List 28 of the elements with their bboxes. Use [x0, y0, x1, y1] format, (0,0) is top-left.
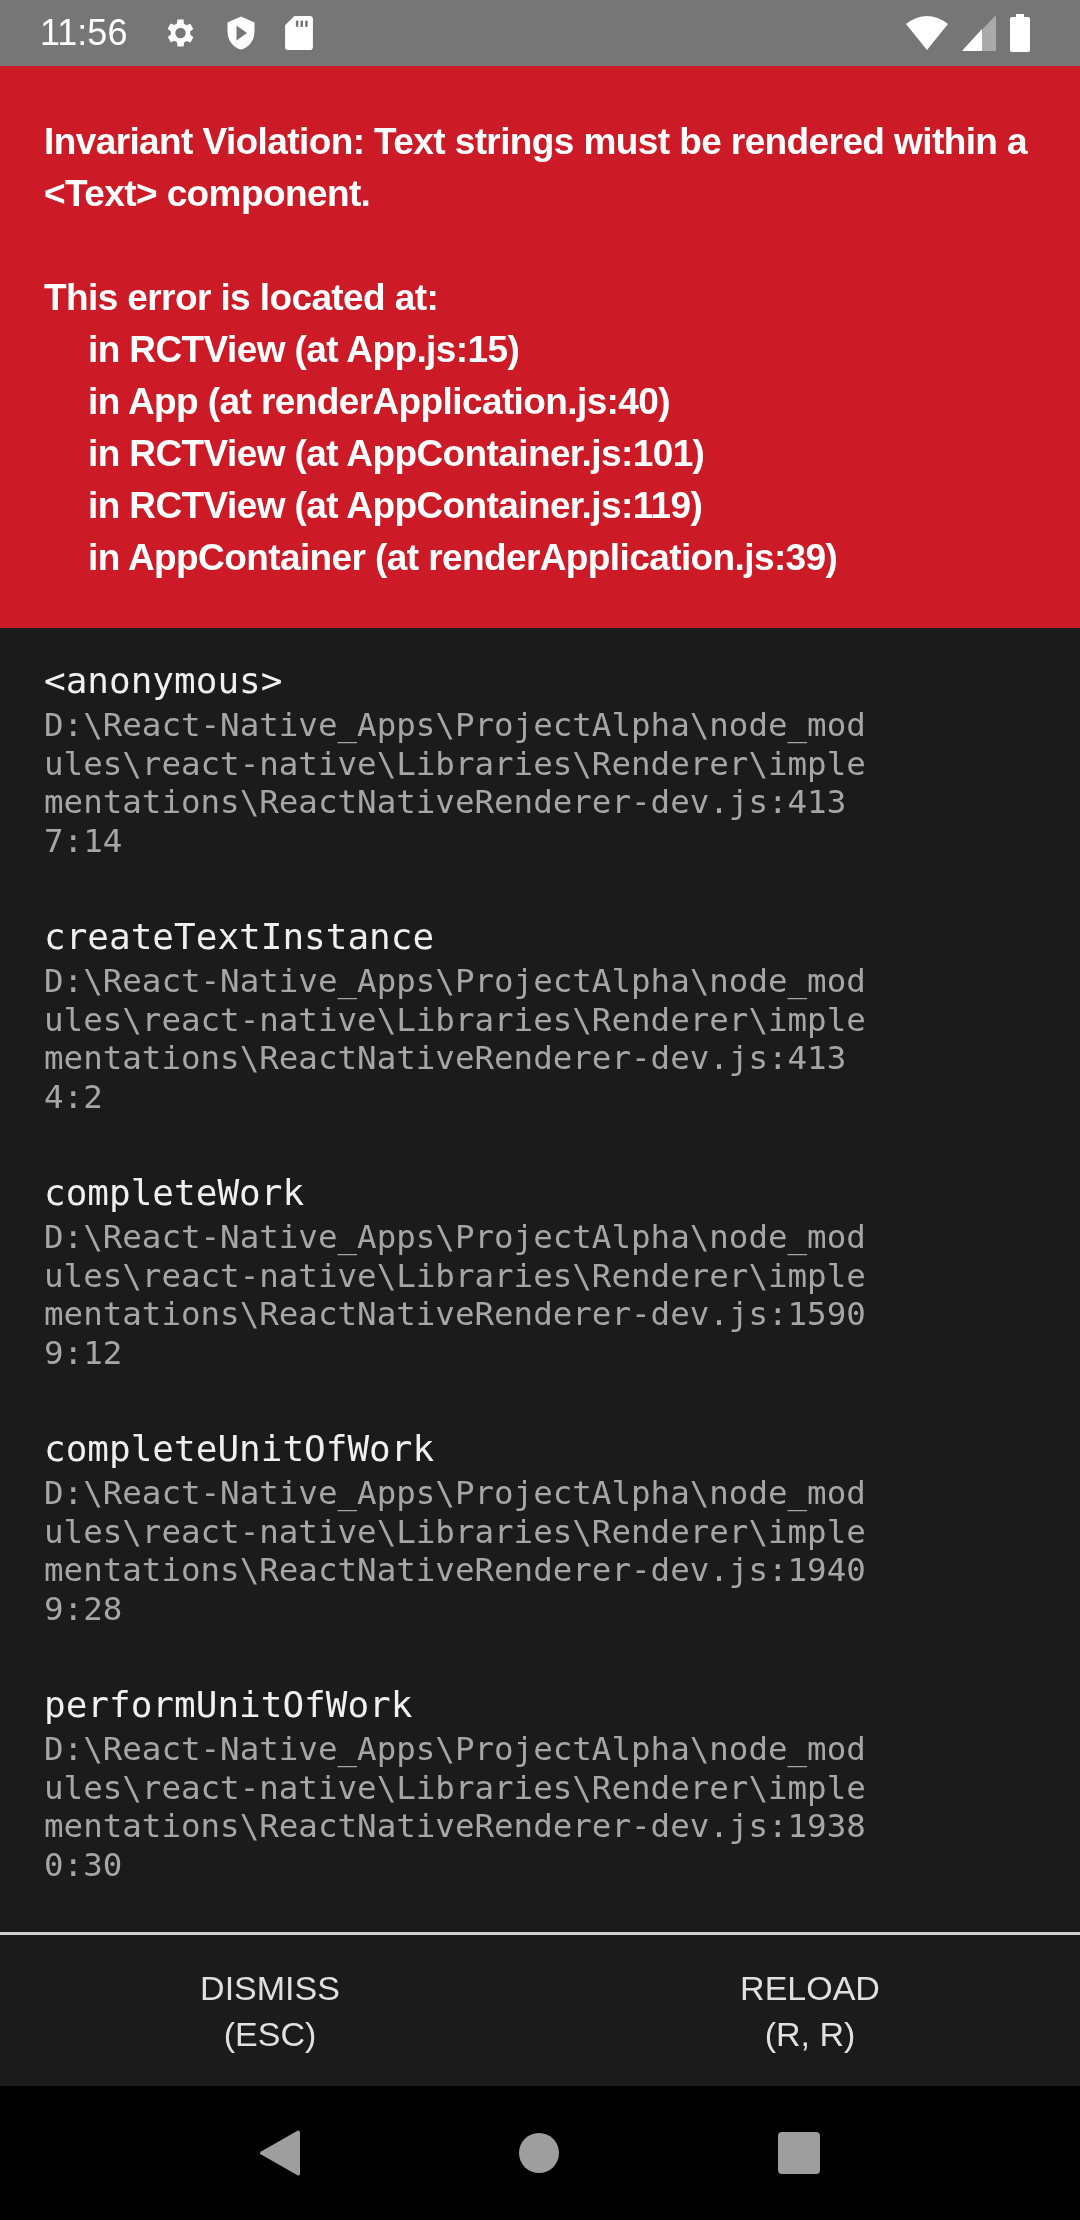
wifi-icon	[906, 16, 948, 50]
action-button[interactable]: DISMISS (ESC)	[0, 1935, 540, 2086]
shield-play-icon	[225, 15, 258, 51]
component-stack-line: in AppContainer (at renderApplication.js:39)	[88, 536, 839, 580]
sd-card-icon	[285, 16, 314, 50]
stack-frame-method[interactable]: createTextInstance	[44, 912, 1080, 962]
recents-icon[interactable]	[778, 2132, 821, 2174]
action-button[interactable]: RELOAD (R, R)	[540, 1935, 1080, 2086]
home-icon[interactable]	[519, 2133, 559, 2173]
stack-frame-location: D:\React-Native_Apps\ProjectAlpha\node_modules\react-native\Libraries\Renderer\implementations\ReactNativeRenderer-dev.js:4137:14	[44, 706, 867, 860]
component-stack-line: in RCTView (at AppContainer.js:101)	[88, 432, 706, 476]
component-stack-line: in RCTView (at AppContainer.js:119)	[88, 484, 704, 528]
back-icon[interactable]	[259, 2130, 300, 2176]
component-stack-line: in RCTView (at App.js:15)	[88, 328, 521, 372]
location-heading: This error is located at:	[44, 276, 440, 320]
error-message: Invariant Violation: Text strings must be rendered within a <Text> component.	[44, 120, 1029, 216]
stack-frame-location: D:\React-Native_Apps\ProjectAlpha\node_modules\react-native\Libraries\Renderer\implementations\ReactNativeRenderer-dev.js:15909:12	[44, 1218, 867, 1372]
stack-frame-location: D:\React-Native_Apps\ProjectAlpha\node_modules\react-native\Libraries\Renderer\implementations\ReactNativeRenderer-dev.js:19409:28	[44, 1474, 867, 1628]
stack-frame-method[interactable]: performUnitOfWork	[44, 1680, 1080, 1730]
status-time: 11:56	[40, 12, 128, 54]
stack-frame-method[interactable]: completeWork	[44, 1168, 1080, 1218]
signal-icon	[962, 15, 996, 51]
component-stack-line: in App (at renderApplication.js:40)	[88, 380, 672, 424]
battery-icon	[1010, 14, 1030, 52]
stack-frame-location: D:\React-Native_Apps\ProjectAlpha\node_modules\react-native\Libraries\Renderer\implementations\ReactNativeRenderer-dev.js:4134:2	[44, 962, 867, 1116]
stack-frame-method[interactable]: <anonymous>	[44, 656, 1080, 706]
stack-frame-location: D:\React-Native_Apps\ProjectAlpha\node_modules\react-native\Libraries\Renderer\implementations\ReactNativeRenderer-dev.js:19380:30	[44, 1730, 867, 1884]
stack-frame-method[interactable]: completeUnitOfWork	[44, 1424, 1080, 1474]
